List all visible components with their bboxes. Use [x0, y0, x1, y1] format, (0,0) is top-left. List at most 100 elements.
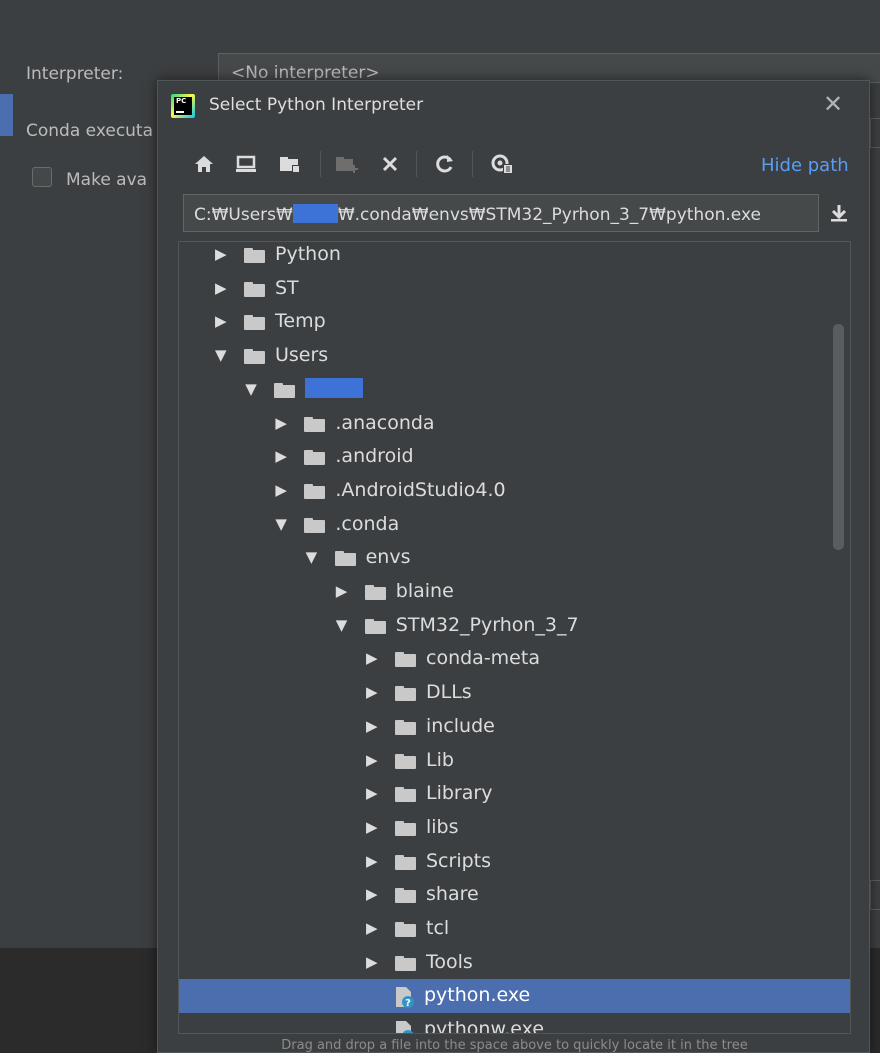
expand-arrow-icon[interactable]: ▶	[366, 811, 382, 845]
collapse-arrow-icon[interactable]: ▼	[215, 339, 231, 373]
folder-icon	[395, 686, 416, 702]
make-available-checkbox[interactable]	[32, 167, 52, 187]
folder-icon	[364, 618, 386, 634]
tree-folder-row[interactable]: ▶ libs	[179, 811, 850, 845]
delete-icon[interactable]	[375, 147, 405, 181]
close-icon[interactable]: ✕	[818, 89, 848, 119]
expand-arrow-icon[interactable]: ▶	[215, 272, 231, 306]
hide-path-link[interactable]: Hide path	[761, 155, 849, 176]
download-icon[interactable]	[824, 198, 854, 228]
redacted-username	[292, 204, 338, 223]
tree-folder-row[interactable]: ▼ .conda	[179, 508, 850, 542]
tree-folder-row[interactable]: ▶ .android	[179, 440, 850, 474]
tree-folder-row[interactable]: ▶ .anaconda	[179, 407, 850, 441]
dialog-titlebar: PC Select Python Interpreter ✕	[158, 81, 869, 129]
expand-arrow-icon[interactable]: ▶	[215, 305, 231, 339]
python-file-icon: ?	[394, 985, 416, 1009]
expand-arrow-icon[interactable]: ▶	[366, 878, 382, 912]
pycharm-logo-icon: PC	[171, 94, 195, 118]
tree-folder-row[interactable]: ▶ conda-meta	[179, 642, 850, 676]
tree-item-label: Python	[275, 243, 341, 265]
tree-folder-row[interactable]: ▶ tcl	[179, 912, 850, 946]
redacted-username	[305, 377, 364, 398]
expand-arrow-icon[interactable]: ▶	[366, 710, 382, 744]
folder-icon	[304, 483, 326, 499]
tree-folder-row[interactable]: ▶ Tools	[179, 946, 850, 980]
show-hidden-icon[interactable]	[487, 147, 517, 181]
tree-folder-row[interactable]: ▼	[179, 373, 850, 407]
tree-item-label: share	[426, 883, 479, 906]
collapse-arrow-icon[interactable]: ▼	[275, 508, 291, 542]
tree-folder-row[interactable]: ▼ Users	[179, 339, 850, 373]
conda-executable-field[interactable]	[870, 118, 880, 148]
tree-item-label: Tools	[426, 950, 473, 973]
tree-folder-row[interactable]: ▶ include	[179, 710, 850, 744]
tree-folder-row[interactable]: ▶ ST	[179, 272, 850, 306]
expand-arrow-icon[interactable]: ▶	[366, 845, 382, 879]
tree-file-row[interactable]: ? pythonw.exe	[179, 1013, 850, 1034]
folder-icon	[244, 248, 265, 263]
expand-arrow-icon[interactable]: ▶	[366, 744, 382, 778]
path-input[interactable]: C:₩Users₩ ₩.conda₩envs₩STM32_Pyrhon_3_7₩p…	[183, 194, 819, 232]
folder-icon	[304, 416, 326, 432]
tree-item-label: envs	[365, 546, 411, 569]
folder-icon	[395, 854, 416, 870]
folder-icon	[244, 315, 265, 331]
collapse-arrow-icon[interactable]: ▼	[336, 609, 352, 643]
tree-item-label: Users	[275, 344, 329, 367]
expand-arrow-icon[interactable]: ▶	[366, 676, 382, 710]
tree-item-label: Temp	[275, 310, 326, 333]
file-tree[interactable]: ▶ Python ▶ ST ▶ Temp ▼ Users ▼ ▶ .anaconda ▶ .androi…	[178, 241, 851, 1034]
expand-arrow-icon[interactable]: ▶	[275, 407, 291, 441]
tree-item-label: .android	[335, 445, 414, 468]
folder-icon	[244, 349, 265, 365]
tree-folder-row[interactable]: ▼ STM32_Pyrhon_3_7	[179, 609, 850, 643]
tree-folder-row[interactable]: ▶ blaine	[179, 575, 850, 609]
expand-arrow-icon[interactable]: ▶	[275, 474, 291, 508]
folder-icon	[395, 820, 416, 836]
toolbar-separator	[416, 151, 417, 177]
tree-file-row[interactable]: ? python.exe	[179, 979, 850, 1014]
expand-arrow-icon[interactable]: ▶	[366, 912, 382, 946]
interpreter-field[interactable]: <No interpreter>	[218, 53, 880, 83]
svg-text:?: ?	[405, 998, 411, 1009]
make-available-label: Make ava	[66, 170, 148, 190]
project-folder-icon[interactable]	[275, 147, 305, 181]
expand-arrow-icon[interactable]: ▶	[366, 642, 382, 676]
folder-icon	[274, 382, 296, 398]
tree-item-label: python.exe	[424, 984, 531, 1007]
expand-arrow-icon[interactable]: ▶	[275, 440, 291, 474]
expand-arrow-icon[interactable]: ▶	[215, 242, 231, 272]
tree-item-label: .AndroidStudio4.0	[335, 478, 506, 501]
folder-icon	[304, 450, 326, 466]
tree-item-label: conda-meta	[426, 647, 540, 670]
tree-item-label: pythonw.exe	[424, 1018, 545, 1034]
tree-folder-row[interactable]: ▶ Scripts	[179, 845, 850, 879]
tree-folder-row[interactable]: ▶ Temp	[179, 305, 850, 339]
desktop-icon[interactable]	[231, 147, 261, 181]
new-folder-icon[interactable]	[332, 147, 362, 181]
tree-folder-row[interactable]: ▶ Library	[179, 777, 850, 811]
tree-folder-row[interactable]: ▶ .AndroidStudio4.0	[179, 474, 850, 508]
home-icon[interactable]	[189, 147, 219, 181]
folder-icon	[304, 517, 326, 533]
expand-arrow-icon[interactable]: ▶	[366, 946, 382, 980]
folder-icon	[395, 955, 416, 971]
tree-folder-row[interactable]: ▶ Python	[179, 242, 850, 272]
expand-arrow-icon[interactable]: ▶	[366, 777, 382, 811]
folder-icon	[395, 652, 416, 668]
path-suffix: ₩.conda₩envs₩STM32_Pyrhon_3_7₩python.exe	[337, 205, 761, 225]
refresh-icon[interactable]	[430, 147, 460, 181]
collapse-arrow-icon[interactable]: ▼	[306, 541, 322, 575]
tree-folder-row[interactable]: ▼ envs	[179, 541, 850, 575]
tree-folder-row[interactable]: ▶ share	[179, 878, 850, 912]
expand-arrow-icon[interactable]: ▶	[336, 575, 352, 609]
tree-folder-row[interactable]: ▶ Lib	[179, 744, 850, 778]
collapse-arrow-icon[interactable]: ▼	[245, 373, 261, 407]
tree-item-label	[305, 377, 364, 400]
tree-folder-row[interactable]: ▶ DLLs	[179, 676, 850, 710]
tree-item-label: STM32_Pyrhon_3_7	[395, 613, 579, 636]
tree-item-label: .anaconda	[335, 411, 435, 434]
tree-item-label: libs	[426, 815, 459, 838]
conda-executable-label: Conda executa	[26, 121, 154, 141]
